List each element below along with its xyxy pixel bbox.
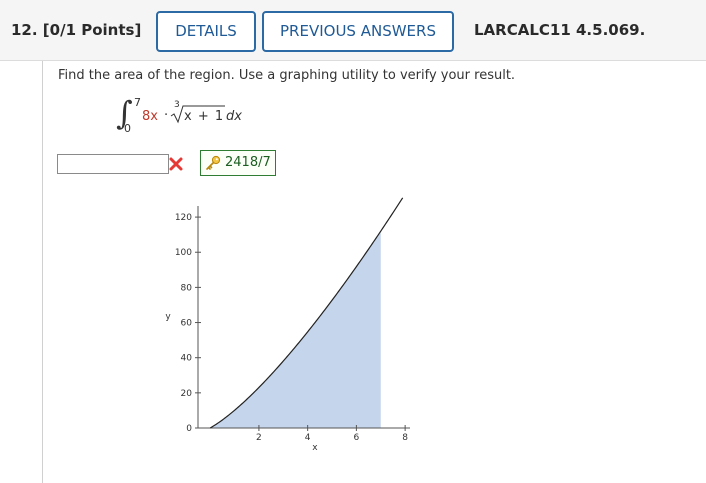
y-tick-label: 40 (181, 354, 193, 364)
x-axis-label: x (312, 443, 318, 453)
y-tick-label: 60 (181, 319, 193, 329)
y-tick-label: 80 (181, 283, 193, 293)
y-axis-label: y (165, 312, 171, 322)
x-tick-label: 8 (402, 433, 408, 443)
shaded-region (210, 231, 381, 428)
y-tick-label: 0 (186, 424, 192, 434)
y-tick-label: 100 (175, 248, 192, 258)
x-tick-label: 4 (305, 433, 311, 443)
x-tick-label: 6 (354, 433, 360, 443)
area-chart: 2 4 6 8020406080100120xy (165, 197, 410, 453)
y-tick-label: 120 (175, 213, 192, 223)
x-tick-label: 2 (256, 433, 262, 443)
y-tick-label: 20 (181, 389, 193, 399)
